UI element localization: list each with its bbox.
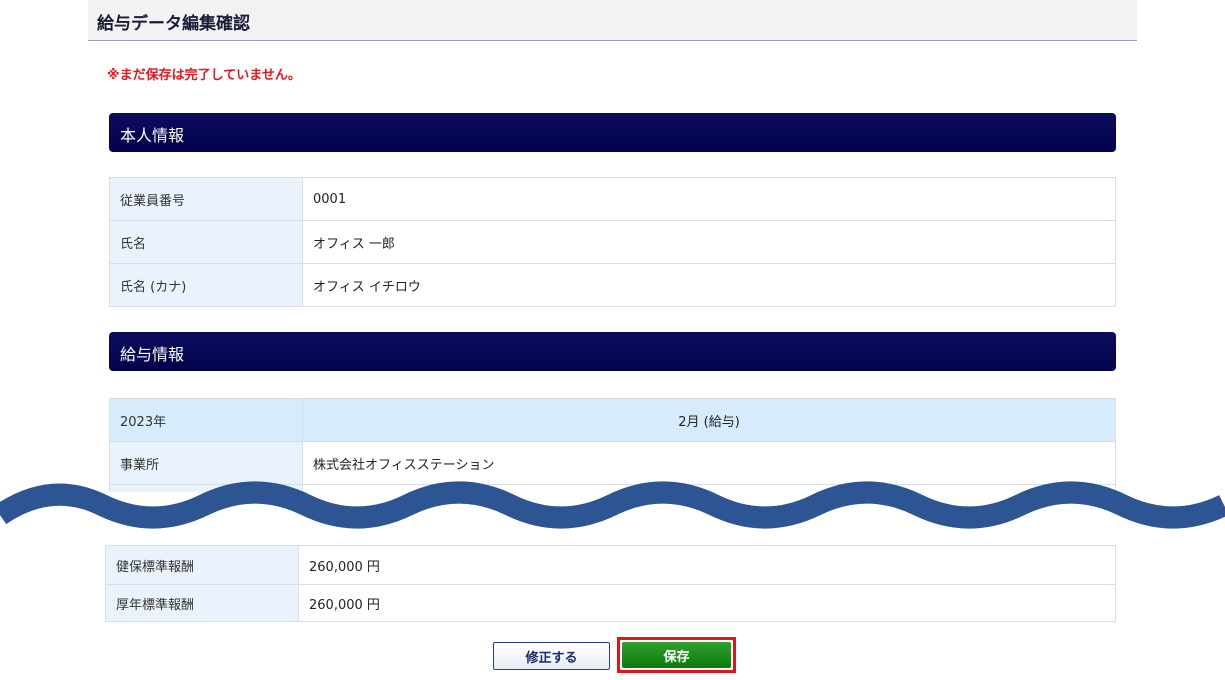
table-row: 厚年標準報酬 260,000 円 (105, 584, 1116, 622)
save-button[interactable]: 保存 (622, 642, 731, 668)
salary-info-heading: 給与情報 (120, 345, 185, 364)
table-row: 2023年 2月 (給与) (109, 398, 1116, 442)
personal-info-header: 本人情報 (109, 113, 1116, 152)
row-value: 0001 (302, 177, 1116, 221)
salary-info-table-continued: 健保標準報酬 260,000 円 厚年標準報酬 260,000 円 (105, 545, 1116, 622)
table-row: 従業員番号 0001 (109, 177, 1116, 221)
table-row: 健保標準報酬 260,000 円 (105, 545, 1116, 585)
edit-button[interactable]: 修正する (493, 642, 610, 670)
year-label: 2023年 (109, 398, 303, 442)
salary-info-header: 給与情報 (109, 332, 1116, 371)
personal-info-table: 従業員番号 0001 氏名 オフィス 一郎 氏名 (カナ) オフィス イチロウ (109, 177, 1116, 307)
table-row: 氏名 オフィス 一郎 (109, 220, 1116, 264)
row-value: 260,000 円 (298, 584, 1116, 622)
row-value: 260,000 円 (298, 545, 1116, 585)
save-button-highlight: 保存 (617, 637, 736, 673)
row-value: オフィス イチロウ (302, 263, 1116, 307)
personal-info-heading: 本人情報 (120, 126, 185, 145)
row-label: 厚年標準報酬 (105, 584, 299, 622)
omission-wave-divider (0, 481, 1225, 540)
row-label: 氏名 (カナ) (109, 263, 303, 307)
row-value: オフィス 一郎 (302, 220, 1116, 264)
row-label: 従業員番号 (109, 177, 303, 221)
period-label: 2月 (給与) (302, 398, 1116, 442)
unsaved-warning: ※まだ保存は完了していません。 (107, 68, 301, 83)
row-label: 健保標準報酬 (105, 545, 299, 585)
page-header: 給与データ編集確認 (88, 0, 1137, 41)
table-row: 氏名 (カナ) オフィス イチロウ (109, 263, 1116, 307)
page-title: 給与データ編集確認 (97, 14, 250, 34)
row-label: 氏名 (109, 220, 303, 264)
